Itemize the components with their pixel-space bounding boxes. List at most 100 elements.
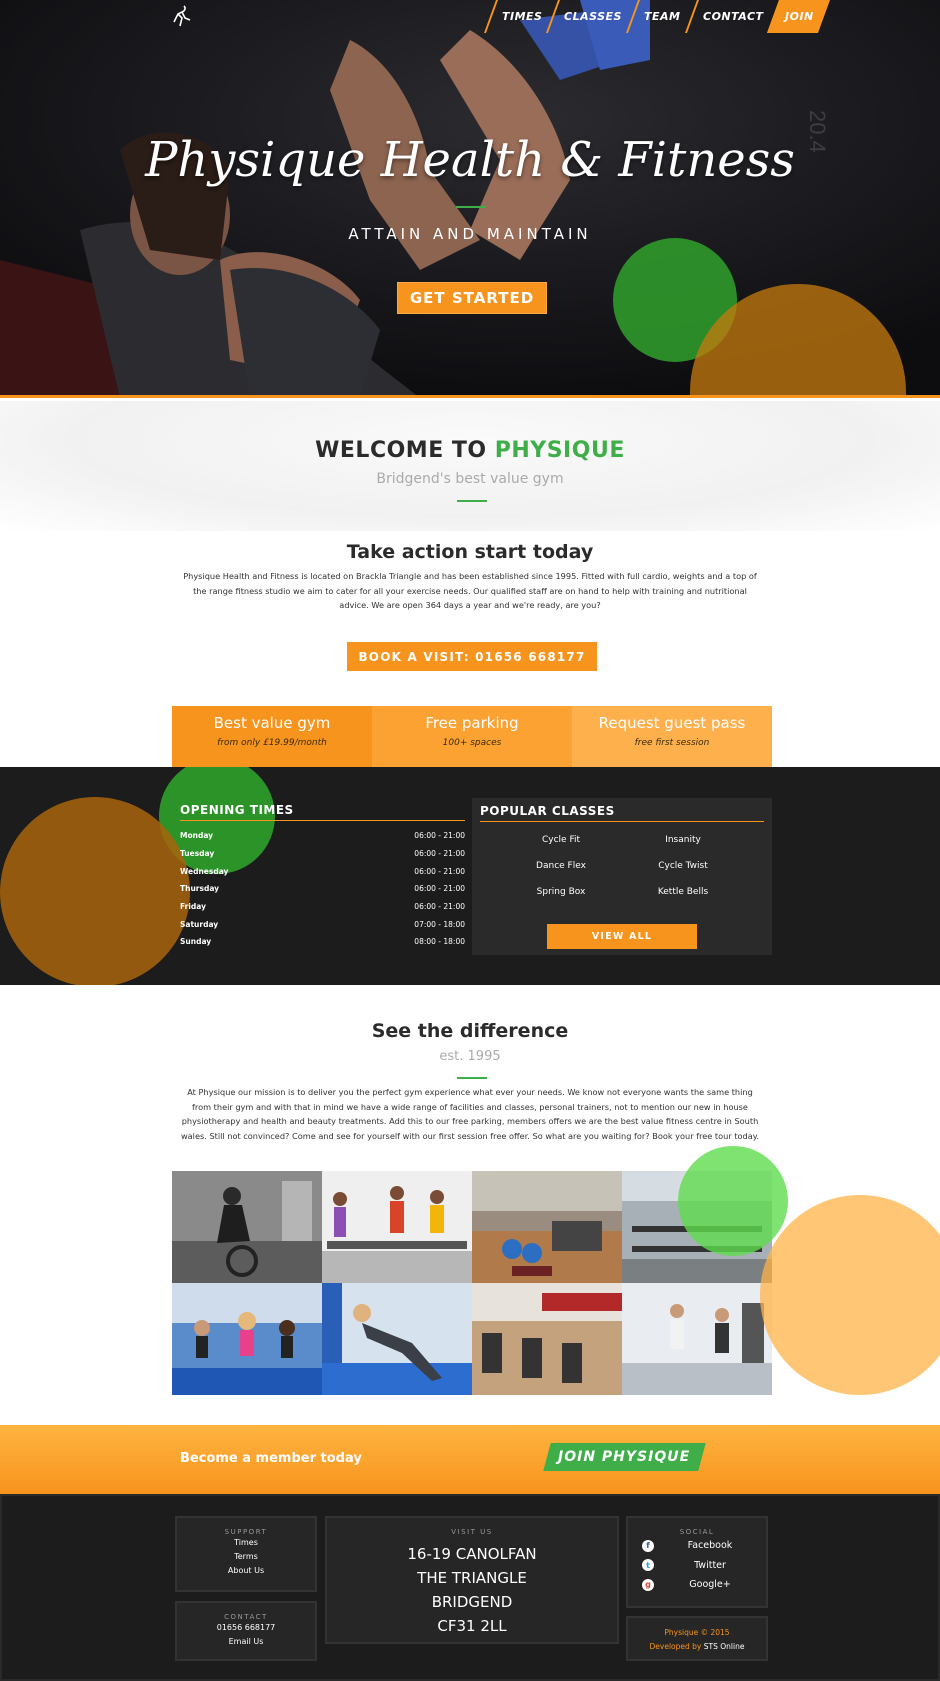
main-nav: TIMES CLASSES TEAM CONTACT JOIN — [483, 0, 831, 33]
logo-icon[interactable] — [170, 4, 194, 28]
footer-contact: CONTACT 01656 668177 Email Us — [175, 1601, 317, 1661]
info-section: OPENING TIMES Monday 06:00 - 21:00 Tuesda… — [0, 767, 940, 985]
contact-title: CONTACT — [224, 1613, 268, 1621]
time-hours: 06:00 - 21:00 — [414, 884, 465, 894]
gallery-photo-stretching[interactable] — [322, 1283, 472, 1395]
time-day: Saturday — [180, 919, 219, 929]
nav-classes[interactable]: CLASSES — [546, 0, 639, 33]
address-line: THE TRIANGLE — [417, 1569, 527, 1587]
class-item[interactable]: Cycle Twist — [622, 858, 744, 874]
feature-sub: free first session — [634, 738, 710, 748]
gallery-photo-class-mats[interactable] — [172, 1283, 322, 1395]
gallery-photo-weights-room[interactable] — [622, 1283, 772, 1395]
social-label: Google+ — [689, 1579, 731, 1591]
welcome-title-prefix: WELCOME TO — [315, 438, 495, 463]
get-started-button[interactable]: GET STARTED — [397, 282, 547, 314]
welcome-divider — [457, 500, 487, 502]
time-hours: 07:00 - 18:00 — [414, 919, 465, 929]
support-title: SUPPORT — [224, 1528, 268, 1536]
gallery-photo-spin-bw[interactable] — [172, 1171, 322, 1283]
social-label: Facebook — [687, 1540, 733, 1552]
time-day: Friday — [180, 902, 207, 912]
social-title: SOCIAL — [679, 1528, 715, 1536]
difference-heading: See the difference — [371, 1020, 569, 1042]
view-all-button[interactable]: VIEW ALL — [547, 924, 697, 949]
feature-best-value[interactable]: Best value gym from only £19.99/month — [172, 706, 372, 768]
nav-join[interactable]: JOIN — [767, 0, 831, 33]
hero-subtitle: ATTAIN AND MAINTAIN — [348, 225, 592, 243]
time-row: Wednesday 06:00 - 21:00 — [180, 862, 465, 880]
time-row: Monday 06:00 - 21:00 — [180, 827, 465, 845]
class-item[interactable]: Spring Box — [500, 884, 622, 900]
join-physique-button[interactable]: JOIN PHYSIQUE — [543, 1443, 706, 1471]
social-facebook[interactable]: f Facebook — [628, 1536, 766, 1556]
feature-guest-pass[interactable]: Request guest pass free first session — [572, 706, 772, 768]
developer-credit: Developed by STS Online — [628, 1640, 766, 1654]
time-hours: 06:00 - 21:00 — [414, 849, 465, 859]
time-day: Monday — [180, 831, 214, 841]
gallery-photo-gym-floor[interactable] — [472, 1171, 622, 1283]
gallery-photo-treadmill[interactable] — [322, 1171, 472, 1283]
membership-cta: Become a member today JOIN PHYSIQUE — [0, 1425, 940, 1494]
nav-contact[interactable]: CONTACT — [684, 0, 780, 33]
address-line: 16-19 CANOLFAN — [407, 1545, 537, 1563]
cta-text: Become a member today — [180, 1451, 362, 1466]
footer: SUPPORT Times Terms About Us CONTACT 016… — [0, 1494, 940, 1681]
nav-contact-label: CONTACT — [702, 10, 764, 23]
time-row: Thursday 06:00 - 21:00 — [180, 880, 465, 898]
feature-sub: 100+ spaces — [442, 738, 502, 748]
popular-classes: POPULAR CLASSES Cycle Fit Insanity Dance… — [472, 798, 772, 955]
developer-link[interactable]: STS Online — [704, 1642, 745, 1651]
social-label: Twitter — [694, 1559, 726, 1571]
gallery-photo-dumbbells[interactable] — [622, 1171, 772, 1283]
contact-phone[interactable]: 01656 668177 — [177, 1621, 315, 1635]
opening-times: OPENING TIMES Monday 06:00 - 21:00 Tuesda… — [180, 803, 465, 951]
feature-free-parking[interactable]: Free parking 100+ spaces — [372, 706, 572, 768]
contact-email-link[interactable]: Email Us — [177, 1635, 315, 1649]
photo-gallery — [172, 1171, 772, 1395]
support-link-about[interactable]: About Us — [177, 1564, 315, 1578]
social-googleplus[interactable]: g Google+ — [628, 1575, 766, 1595]
welcome-texture — [0, 401, 940, 531]
time-hours: 06:00 - 21:00 — [414, 902, 465, 912]
hero-section: 20.4 TIMES CLASSES TEAM CONTACT JOIN Phy… — [0, 0, 940, 398]
time-hours: 08:00 - 18:00 — [414, 937, 465, 947]
feature-strip: Best value gym from only £19.99/month Fr… — [172, 706, 772, 768]
nav-times-label: TIMES — [502, 10, 543, 23]
class-item[interactable]: Dance Flex — [500, 858, 622, 874]
feature-sub: from only £19.99/month — [217, 738, 327, 748]
take-action-heading: Take action start today — [346, 541, 594, 563]
difference-section: See the difference est. 1995 At Physique… — [0, 985, 940, 1425]
support-link-terms[interactable]: Terms — [177, 1550, 315, 1564]
welcome-body: Physique Health and Fitness is located o… — [183, 571, 757, 610]
visit-title: VISIT US — [451, 1528, 493, 1536]
hero-divider — [456, 206, 486, 208]
class-item[interactable]: Insanity — [622, 832, 744, 848]
difference-divider — [457, 1077, 487, 1079]
time-row: Saturday 07:00 - 18:00 — [180, 915, 465, 933]
difference-tagline: est. 1995 — [439, 1049, 501, 1064]
class-item[interactable]: Kettle Bells — [622, 884, 744, 900]
time-day: Wednesday — [180, 866, 229, 876]
social-twitter[interactable]: t Twitter — [628, 1556, 766, 1576]
welcome-section: WELCOME TO PHYSIQUE Bridgend's best valu… — [0, 401, 940, 768]
time-day: Tuesday — [180, 849, 215, 859]
hero-title: Physique Health & Fitness — [145, 132, 795, 188]
feature-title: Request guest pass — [598, 714, 746, 732]
footer-copyright: Physique © 2015 Developed by STS Online — [626, 1616, 768, 1661]
footer-visit: VISIT US 16-19 CANOLFAN THE TRIANGLE BRI… — [325, 1516, 619, 1644]
class-item[interactable]: Cycle Fit — [500, 832, 622, 848]
support-link-times[interactable]: Times — [177, 1536, 315, 1550]
copyright: Physique © 2015 — [664, 1628, 730, 1637]
welcome-tagline: Bridgend's best value gym — [376, 471, 564, 487]
address-line: CF31 2LL — [437, 1617, 507, 1635]
time-row: Tuesday 06:00 - 21:00 — [180, 845, 465, 863]
copyright-text: Physique © 2015 — [628, 1626, 766, 1640]
welcome-title-accent: PHYSIQUE — [494, 438, 625, 463]
opening-times-list: Monday 06:00 - 21:00 Tuesday 06:00 - 21:00… — [180, 827, 465, 951]
feature-title: Free parking — [425, 714, 519, 732]
book-visit-button[interactable]: BOOK A VISIT: 01656 668177 — [347, 642, 597, 671]
footer-social: SOCIAL f Facebook t Twitter g Google+ — [626, 1516, 768, 1608]
nav-join-label: JOIN — [785, 10, 815, 23]
gallery-photo-cardio-bikes[interactable] — [472, 1283, 622, 1395]
